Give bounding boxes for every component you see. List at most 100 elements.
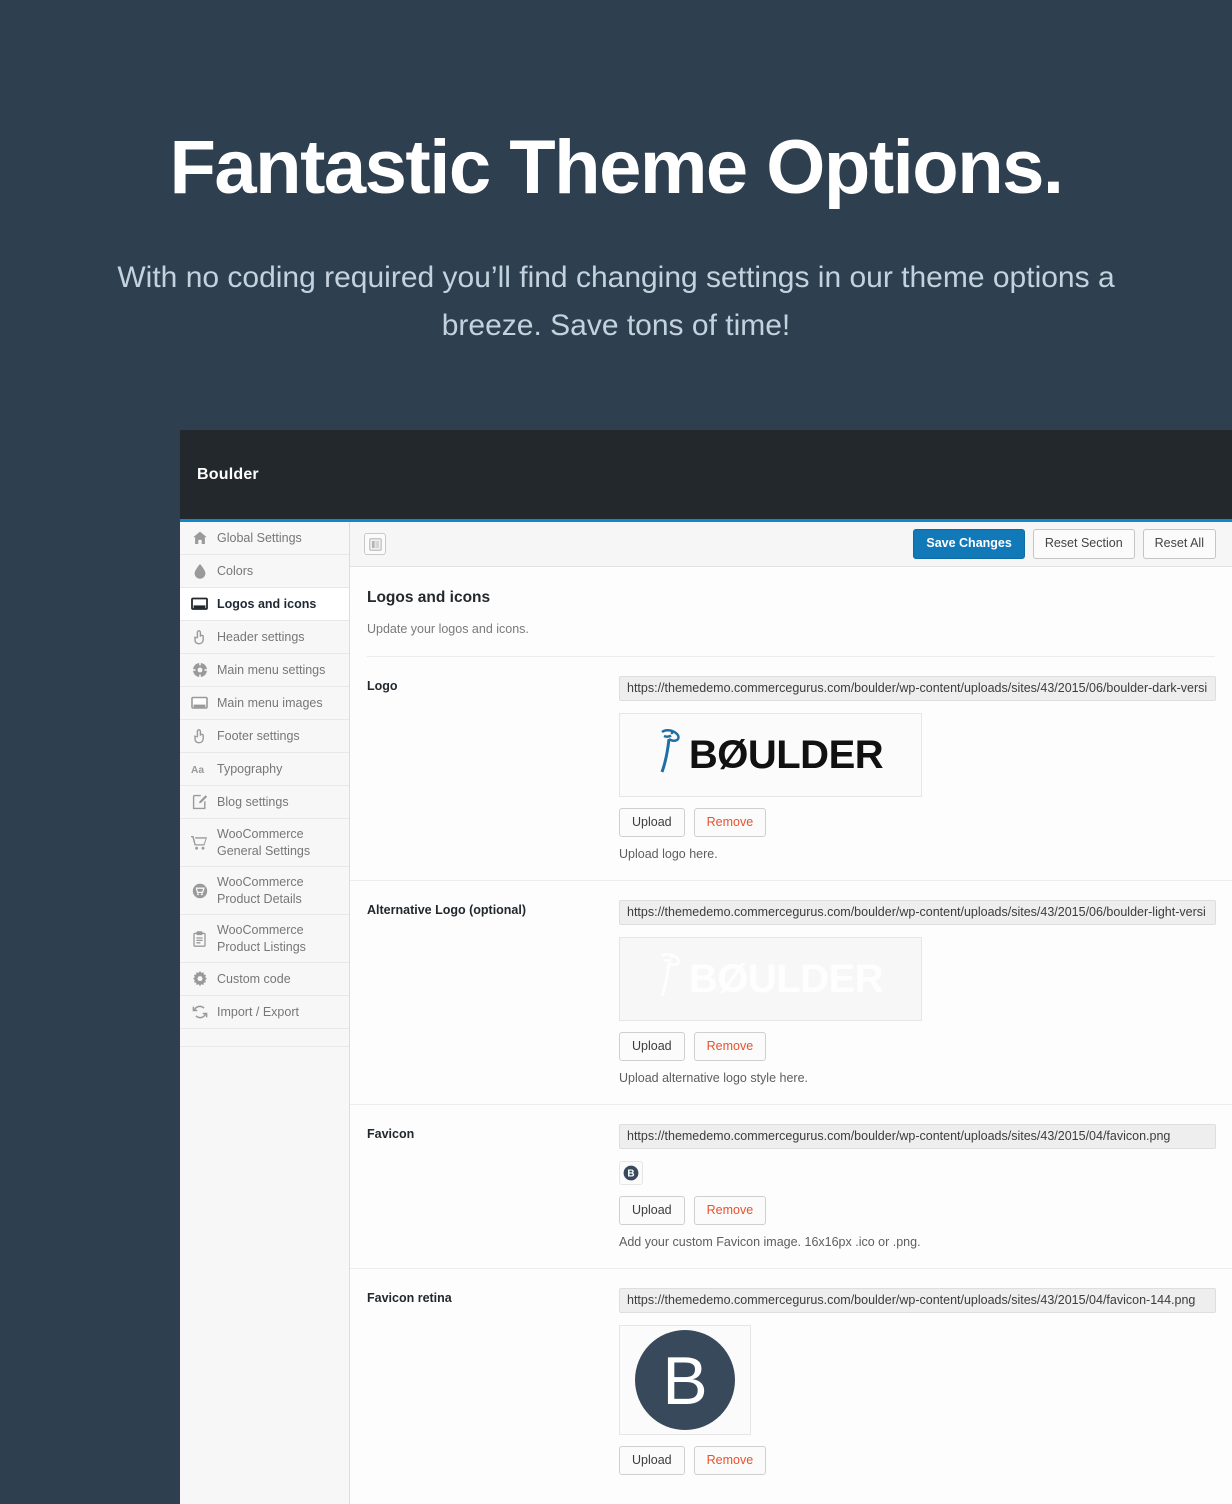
upload-button[interactable]: Upload xyxy=(619,1196,685,1225)
sidebar-item-label: WooCommerce Product Details xyxy=(217,875,304,906)
reset-all-button[interactable]: Reset All xyxy=(1142,529,1216,559)
alternative-logo-url-input[interactable]: https://themedemo.commercegurus.com/boul… xyxy=(619,900,1216,925)
sidebar-item-woocommerce-product-details[interactable]: WooCommerce Product Details xyxy=(180,867,349,915)
shopping-cart-icon xyxy=(191,834,208,851)
sidebar-item-label: Typography xyxy=(217,761,283,776)
sidebar-item-colors[interactable]: Colors xyxy=(180,555,349,588)
upload-button[interactable]: Upload xyxy=(619,808,685,837)
field-label: Logo xyxy=(367,679,398,693)
sidebar-item-global-settings[interactable]: Global Settings xyxy=(180,522,349,555)
gear-circle-icon xyxy=(191,662,208,679)
pointing-hand-icon xyxy=(191,629,208,646)
favicon-url-input[interactable]: https://themedemo.commercegurus.com/boul… xyxy=(619,1124,1216,1149)
sidebar-item-custom-code[interactable]: Custom code xyxy=(180,963,349,996)
theme-options-panel: Boulder Global Settings Colors Logos and… xyxy=(180,430,1232,1504)
reset-section-button[interactable]: Reset Section xyxy=(1032,529,1135,559)
sidebar-item-typography[interactable]: Aa Typography xyxy=(180,753,349,786)
logo-button-row: Upload Remove xyxy=(619,808,1215,837)
sidebar-item-label: WooCommerce General Settings xyxy=(217,827,311,858)
sidebar-item-label: Global Settings xyxy=(217,530,302,545)
field-help-text: Upload logo here. xyxy=(619,847,718,861)
remove-button[interactable]: Remove xyxy=(693,1196,767,1225)
upload-button[interactable]: Upload xyxy=(619,1032,685,1061)
sidebar-item-main-menu-images[interactable]: Main menu images xyxy=(180,687,349,720)
sidebar-item-label: WooCommerce Product Listings xyxy=(217,923,306,954)
boulder-bird-icon xyxy=(660,729,680,773)
sidebar-item-label: Colors xyxy=(217,563,254,578)
field-control: https://themedemo.commercegurus.com/boul… xyxy=(619,900,1216,1085)
sidebar-item-main-menu-settings[interactable]: Main menu settings xyxy=(180,654,349,687)
droplet-icon xyxy=(191,563,208,580)
page-subtitle: With no coding required you’ll find chan… xyxy=(117,260,1115,343)
field-control: https://themedemo.commercegurus.com/boul… xyxy=(619,676,1216,861)
cart-circle-icon xyxy=(191,882,208,899)
favicon-button-row: Upload Remove xyxy=(619,1196,1215,1225)
field-help-text: Add your custom Favicon image. 16x16px .… xyxy=(619,1235,921,1249)
sidebar-item-label: Main menu images xyxy=(217,695,323,710)
remove-button[interactable]: Remove xyxy=(693,1032,767,1061)
section-header: Logos and icons Update your logos and ic… xyxy=(350,567,1232,636)
sidebar-item-label: Logos and icons xyxy=(217,596,317,611)
sidebar-item-woocommerce-product-listings[interactable]: WooCommerce Product Listings xyxy=(180,915,349,963)
content-toolbar: Save Changes Reset Section Reset All xyxy=(350,522,1232,567)
alternative-logo-preview-image: BØULDER xyxy=(619,937,922,1021)
sidebar-item-blog-settings[interactable]: Blog settings xyxy=(180,786,349,819)
favicon-retina-preview-image: B xyxy=(619,1325,751,1435)
panel-layout-icon[interactable] xyxy=(364,533,386,555)
logo-mark: BØULDER xyxy=(658,948,884,1010)
settings-sidebar: Global Settings Colors Logos and icons H… xyxy=(180,522,350,1504)
favicon-retina-url-input[interactable]: https://themedemo.commercegurus.com/boul… xyxy=(619,1288,1216,1313)
sidebar-item-label: Main menu settings xyxy=(217,662,326,677)
panel-body: Global Settings Colors Logos and icons H… xyxy=(180,522,1232,1504)
logo-wordmark: BØULDER xyxy=(688,733,884,777)
field-row-alternative-logo: Alternative Logo (optional) https://them… xyxy=(350,881,1232,1105)
favicon-preview-image: B xyxy=(619,1161,643,1185)
sidebar-item-woocommerce-general-settings[interactable]: WooCommerce General Settings xyxy=(180,819,349,867)
sidebar-item-import-export[interactable]: Import / Export xyxy=(180,996,349,1029)
sync-refresh-icon xyxy=(191,1004,208,1021)
svg-text:B: B xyxy=(627,1169,634,1180)
field-help-text: Upload alternative logo style here. xyxy=(619,1071,809,1085)
save-changes-button[interactable]: Save Changes xyxy=(913,529,1025,559)
panel-header-title: Boulder xyxy=(197,465,259,483)
sidebar-item-header-settings[interactable]: Header settings xyxy=(180,621,349,654)
logo-preview-image: BØULDER xyxy=(619,713,922,797)
clipboard-icon xyxy=(191,930,208,947)
favicon-retina-button-row: Upload Remove xyxy=(619,1446,1215,1475)
sidebar-item-label: Custom code xyxy=(217,971,291,986)
logo-url-input[interactable]: https://themedemo.commercegurus.com/boul… xyxy=(619,676,1216,701)
home-icon xyxy=(191,530,208,547)
field-row-logo: Logo https://themedemo.commercegurus.com… xyxy=(350,657,1232,881)
svg-text:B: B xyxy=(662,1343,707,1419)
sidebar-item-label: Header settings xyxy=(217,629,305,644)
alternative-logo-button-row: Upload Remove xyxy=(619,1032,1215,1061)
favicon-b-icon: B xyxy=(623,1165,639,1181)
hero-section: Fantastic Theme Options. With no coding … xyxy=(0,0,1232,351)
remove-button[interactable]: Remove xyxy=(693,808,767,837)
boulder-bird-icon xyxy=(660,953,680,997)
sidebar-item-label: Footer settings xyxy=(217,728,300,743)
sidebar-tail xyxy=(180,1029,349,1047)
panel-header: Boulder xyxy=(180,430,1232,522)
field-label: Favicon retina xyxy=(367,1291,452,1305)
field-control: https://themedemo.commercegurus.com/boul… xyxy=(619,1124,1216,1249)
settings-content: Save Changes Reset Section Reset All Log… xyxy=(350,522,1232,1504)
field-row-favicon-retina: Favicon retina https://themedemo.commerc… xyxy=(350,1269,1232,1504)
remove-button[interactable]: Remove xyxy=(693,1446,767,1475)
gear-icon xyxy=(191,971,208,988)
pointing-hand-icon xyxy=(191,728,208,745)
field-control: https://themedemo.commercegurus.com/boul… xyxy=(619,1288,1216,1485)
svg-text:Aa: Aa xyxy=(191,765,204,776)
page-title: Fantastic Theme Options. xyxy=(169,125,1064,210)
section-title: Logos and icons xyxy=(367,589,491,606)
monitor-icon xyxy=(191,596,208,613)
pencil-edit-icon xyxy=(191,794,208,811)
field-label: Favicon xyxy=(367,1127,415,1141)
favicon-retina-b-icon: B xyxy=(635,1330,735,1430)
field-row-favicon: Favicon https://themedemo.commercegurus.… xyxy=(350,1105,1232,1269)
sidebar-item-footer-settings[interactable]: Footer settings xyxy=(180,720,349,753)
upload-button[interactable]: Upload xyxy=(619,1446,685,1475)
sidebar-item-label: Import / Export xyxy=(217,1004,299,1019)
sidebar-item-logos-and-icons[interactable]: Logos and icons xyxy=(180,588,349,621)
monitor-icon xyxy=(191,695,208,712)
